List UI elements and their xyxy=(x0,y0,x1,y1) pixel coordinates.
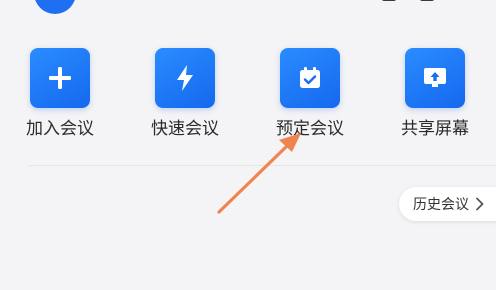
divider xyxy=(28,165,496,166)
history-meetings-button[interactable]: 历史会议 xyxy=(399,187,496,221)
calendar-check-icon xyxy=(300,67,320,88)
history-meetings-label: 历史会议 xyxy=(413,197,469,213)
quick-meeting-tile[interactable] xyxy=(155,48,215,108)
top-right-icon[interactable] xyxy=(382,0,438,4)
chevron-right-icon xyxy=(475,197,485,211)
quick-meeting-button[interactable]: 快速会议 xyxy=(137,48,233,144)
join-meeting-button[interactable]: 加入会议 xyxy=(12,48,108,144)
share-screen-tile[interactable] xyxy=(405,48,465,108)
top-bar xyxy=(0,0,496,18)
lightning-icon xyxy=(177,65,193,91)
schedule-meeting-button[interactable]: 预定会议 xyxy=(262,48,358,144)
share-screen-icon xyxy=(424,68,446,87)
share-screen-label: 共享屏幕 xyxy=(401,119,469,139)
schedule-meeting-label: 预定会议 xyxy=(276,119,344,139)
join-meeting-label: 加入会议 xyxy=(26,119,94,139)
annotation-arrow xyxy=(217,133,301,214)
quick-meeting-label: 快速会议 xyxy=(151,119,219,139)
avatar[interactable] xyxy=(34,0,76,14)
plus-icon xyxy=(49,67,71,89)
schedule-meeting-tile[interactable] xyxy=(280,48,340,108)
join-meeting-tile[interactable] xyxy=(30,48,90,108)
share-screen-button[interactable]: 共享屏幕 xyxy=(387,48,483,144)
